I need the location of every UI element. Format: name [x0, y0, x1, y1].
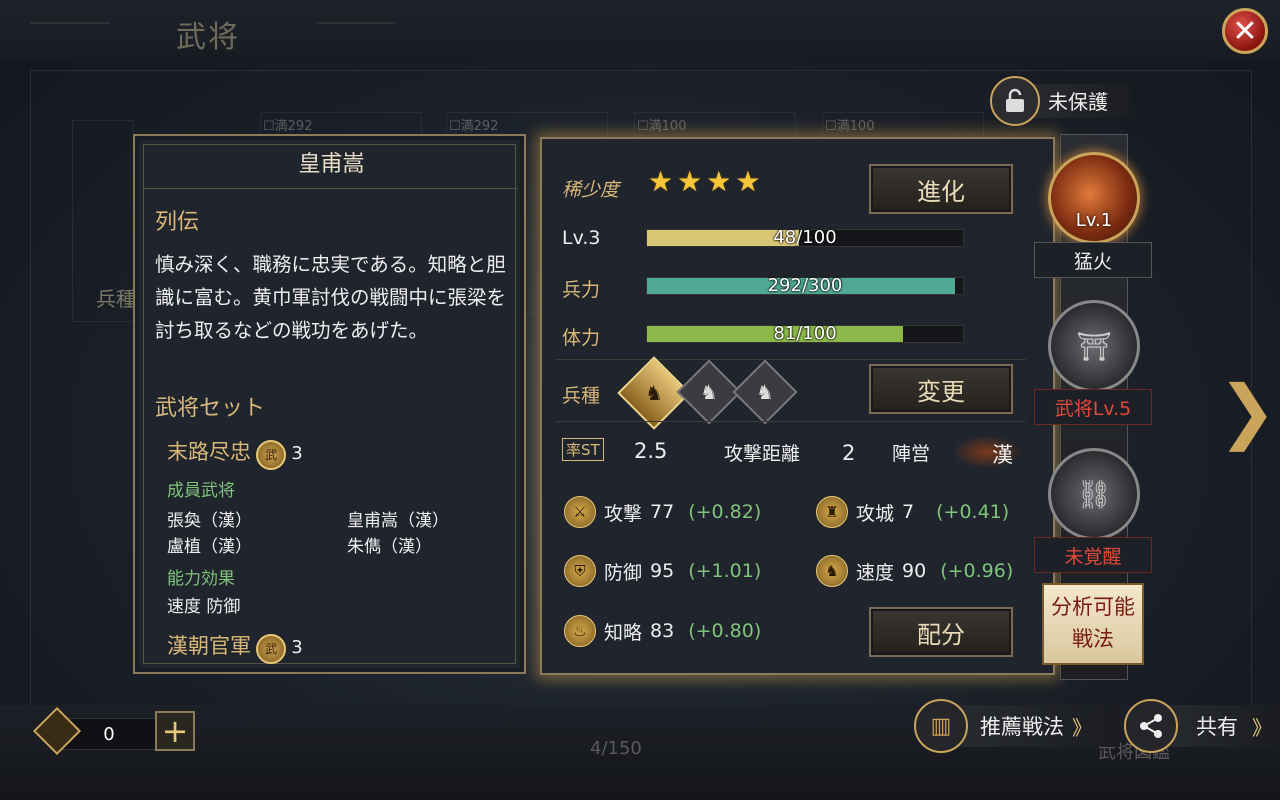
set-item[interactable]: 漢朝官軍 武 3 [167, 630, 303, 664]
general-name: 皇甫嵩 [298, 152, 365, 177]
member: 盧植（漢） [167, 537, 252, 557]
stamina-bar: 81/100 [646, 323, 964, 344]
stamina-value: 81/100 [773, 323, 837, 344]
attr-attack: ⚔ 攻撃 77 (+0.82) [564, 496, 761, 528]
troops-label: 兵力 [562, 279, 601, 301]
camp-label: 陣営 [892, 443, 931, 465]
lock-icon [990, 76, 1040, 126]
next-arrow-icon[interactable]: ❯ [1218, 370, 1277, 452]
troops-bar: 292/300 [646, 275, 964, 296]
member: 朱儁（漢） [347, 537, 432, 557]
lock-label: 未保護 [1048, 90, 1108, 114]
awakening-status: 未覚醒 [1034, 537, 1152, 573]
stamina-label: 体力 [562, 327, 601, 349]
skill-name: 猛火 [1034, 242, 1152, 278]
set-title: 武将セット [155, 396, 266, 421]
evolve-button[interactable]: 進化 [869, 164, 1013, 214]
page-count: 4/150 [590, 738, 642, 759]
set-item[interactable]: 末路尽忠 武 3 [167, 436, 303, 470]
troops-value: 292/300 [767, 275, 843, 296]
range-value: 2 [842, 441, 856, 465]
member: 張奐（漢） [167, 511, 252, 531]
allocate-button[interactable]: 配分 [869, 607, 1013, 657]
skill-level: Lv.1 [1075, 209, 1113, 231]
rarity-stars: ★ ★ ★ ★ [648, 165, 764, 198]
chevron-right-icon: 》 [1252, 715, 1272, 740]
sword-icon: ⚔ [564, 496, 596, 528]
close-button[interactable]: ✕ [1222, 8, 1268, 54]
attr-speed: ♞ 速度 90 (+0.96) [816, 555, 1013, 587]
level-label: Lv.3 [562, 227, 601, 249]
attr-intellect: ♨ 知略 83 (+0.80) [564, 615, 761, 647]
effect-title: 能力効果 [167, 569, 235, 589]
close-icon: ✕ [1232, 13, 1258, 49]
rarity-star-icon: ★ [706, 165, 732, 198]
set-name: 漢朝官軍 [167, 634, 251, 658]
biography-text: 慎み深く、職務に忠実である。知略と胆識に富む。黄巾軍討伐の戦闘中に張梁を討ち取る… [155, 253, 507, 342]
chained-skill-icon: ⛓ [1076, 477, 1112, 511]
header-ornament [316, 22, 396, 46]
cost-icon: 率ST [562, 438, 604, 461]
camp-value: 漢 [992, 443, 1013, 467]
rarity-label: 稀少度 [562, 179, 620, 201]
cavalry-unit-icon[interactable]: ♞ [732, 359, 798, 425]
unit-type-label: 兵種 [562, 385, 601, 407]
attr-defense: ⛨ 防御 95 (+1.01) [564, 555, 761, 587]
biography-title: 列伝 [155, 210, 200, 235]
set-count: 3 [291, 637, 303, 658]
level-value: 48/100 [773, 227, 837, 248]
set-count: 3 [291, 443, 303, 464]
chevron-right-icon: 》 [1072, 715, 1092, 740]
locked-skill-icon: ⛩ [1076, 329, 1112, 363]
background-side-label: 兵種 [96, 287, 136, 311]
tactics-book-icon: ▥ [914, 699, 968, 753]
effect-text: 速度 防御 [167, 597, 241, 617]
lock-toggle[interactable]: 未保護 [990, 76, 1130, 126]
rarity-star-icon: ★ [735, 165, 761, 198]
set-badge-icon: 武 [256, 439, 287, 470]
skill-unlock-requirement: 武将Lv.5 [1034, 389, 1152, 425]
member: 皇甫嵩（漢） [347, 511, 449, 531]
skill-slot-1[interactable]: Lv.1 [1048, 152, 1140, 244]
rarity-star-icon: ★ [648, 165, 674, 198]
add-currency-button[interactable]: + [155, 711, 195, 751]
shield-icon: ⛨ [564, 555, 596, 587]
set-badge-icon: 武 [256, 633, 287, 664]
page-title: 武将 [176, 20, 240, 55]
cost-value: 2.5 [634, 439, 668, 463]
share-icon [1124, 699, 1178, 753]
analyze-tactics-button[interactable]: 分析可能 戦法 [1042, 583, 1144, 665]
range-label: 攻撃距離 [724, 443, 801, 465]
attr-siege: ♜ 攻城 7 (+0.41) [816, 496, 1009, 528]
change-button[interactable]: 変更 [869, 364, 1013, 414]
flame-icon: ♨ [564, 615, 596, 647]
members-title: 成員武将 [167, 481, 235, 501]
skill-slot-3[interactable]: ⛓ [1048, 448, 1140, 540]
biography-panel: 皇甫嵩 列伝 慎み深く、職務に忠実である。知略と胆識に富む。黄巾軍討伐の戦闘中に… [133, 134, 526, 674]
level-bar: 48/100 [646, 227, 964, 248]
horse-icon: ♞ [816, 555, 848, 587]
castle-icon: ♜ [816, 496, 848, 528]
skill-slot-2[interactable]: ⛩ [1048, 300, 1140, 392]
header-ornament [30, 22, 110, 46]
rarity-star-icon: ★ [677, 165, 703, 198]
set-name: 末路尽忠 [167, 440, 251, 464]
stats-panel: 稀少度 ★ ★ ★ ★ 進化 Lv.3 48/100 兵力 292/300 体力 81… [540, 137, 1055, 675]
